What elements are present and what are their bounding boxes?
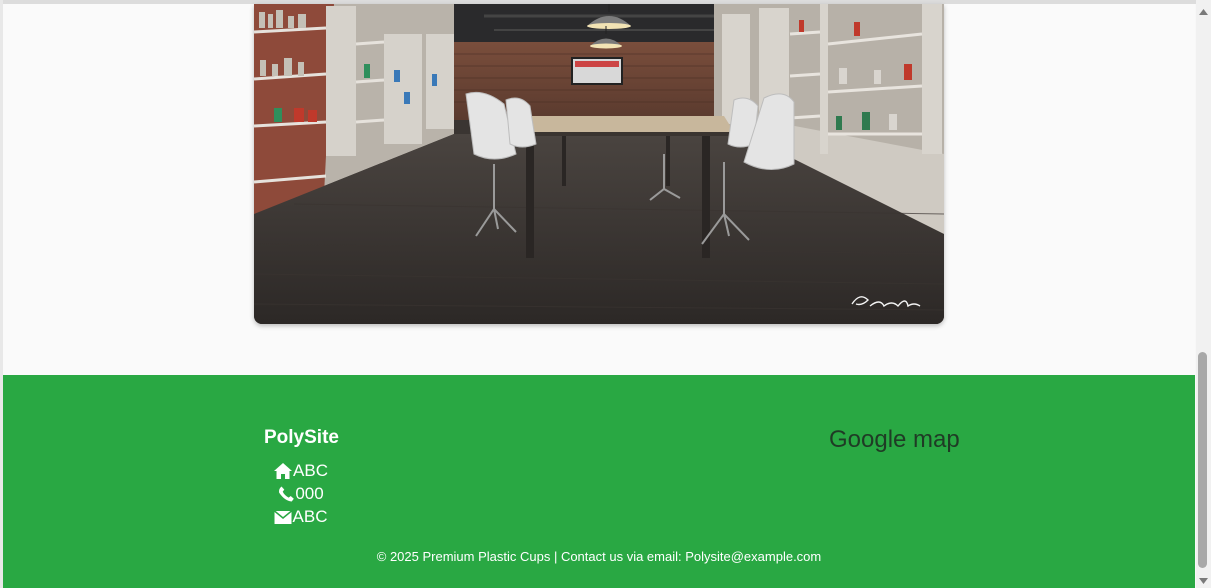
footer-brand: PolySite	[264, 427, 339, 448]
google-map-title: Google map	[829, 426, 960, 453]
footer-phone-text: 000	[295, 484, 324, 503]
scroll-up-arrow-icon[interactable]	[1196, 4, 1211, 19]
footer-email-text: ABC	[292, 507, 328, 526]
page-content: PolySite ABC 000 ABC Google map © 2025 P…	[3, 4, 1195, 588]
vertical-scrollbar[interactable]	[1196, 0, 1211, 588]
footer-phone: 000	[278, 484, 324, 504]
footer-email: ABC	[274, 507, 328, 527]
phone-icon	[278, 486, 294, 502]
scrollbar-thumb[interactable]	[1198, 352, 1207, 568]
footer-address-text: ABC	[293, 461, 328, 480]
footer-copyright: © 2025 Premium Plastic Cups | Contact us…	[376, 549, 822, 564]
home-icon	[274, 463, 293, 479]
scroll-down-arrow-icon[interactable]	[1196, 573, 1211, 588]
office-photo	[254, 4, 944, 324]
site-footer: PolySite ABC 000 ABC Google map © 2025 P…	[3, 375, 1195, 588]
envelope-icon	[274, 510, 292, 524]
footer-address: ABC	[274, 461, 328, 481]
